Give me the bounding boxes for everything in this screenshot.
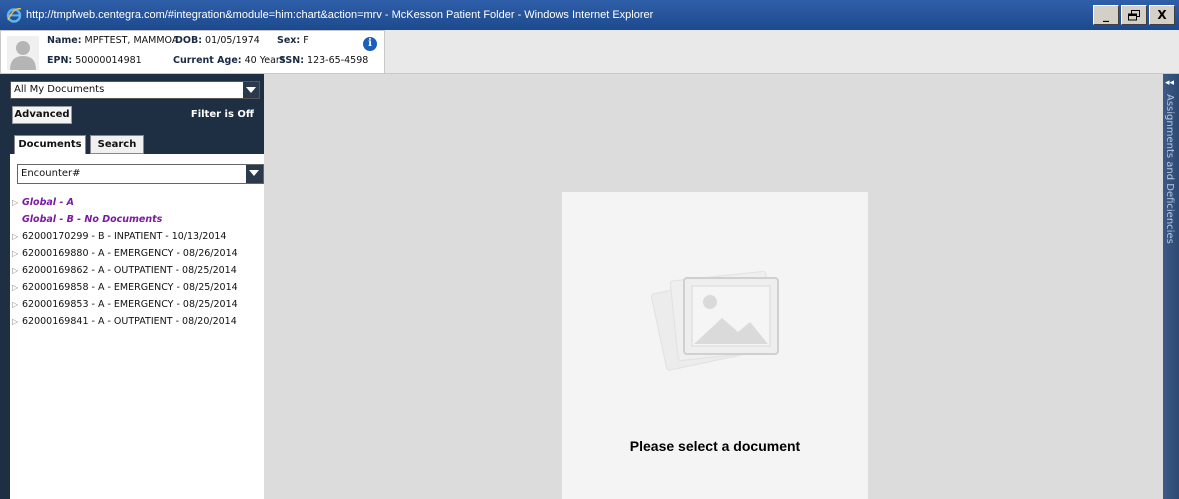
patient-dob: 01/05/1974	[205, 35, 260, 46]
tree-item-label: 62000169858 - A - EMERGENCY - 08/25/2014	[22, 282, 238, 293]
tree-item-label: 62000169880 - A - EMERGENCY - 08/26/2014	[22, 248, 238, 259]
info-icon[interactable]: i	[363, 37, 377, 51]
window-title-bar: http://tmpfweb.centegra.com/#integration…	[0, 0, 1179, 30]
group-by-dropdown[interactable]: Encounter#	[17, 164, 264, 184]
assignments-panel-label[interactable]: Assignments and Deficiencies	[1164, 94, 1175, 244]
internet-explorer-icon	[6, 8, 22, 23]
banner-empty-area	[385, 30, 1179, 74]
patient-name: MPFTEST, MAMMOA	[84, 35, 179, 46]
expand-arrow-icon[interactable]: ▷	[12, 317, 22, 326]
advanced-button[interactable]: Advanced	[12, 106, 72, 124]
patient-ssn: 123-65-4598	[307, 55, 369, 66]
expand-arrow-icon[interactable]: ▷	[12, 249, 22, 258]
tab-search[interactable]: Search	[90, 135, 144, 154]
documents-sidebar: All My Documents Advanced Filter is Off …	[0, 74, 264, 499]
ssn-label: SSN:	[279, 55, 305, 66]
patient-epn: 50000014981	[75, 55, 142, 66]
window-title: http://tmpfweb.centegra.com/#integration…	[26, 9, 654, 21]
encounter-tree: ▷ Global - A Global - B - No Documents ▷…	[12, 194, 238, 330]
patient-banner: Name: MPFTEST, MAMMOA DOB: 01/05/1974 Se…	[0, 30, 385, 74]
assignments-panel-collapsed[interactable]: ◂◂ Assignments and Deficiencies	[1163, 74, 1179, 499]
tree-item-global-a[interactable]: ▷ Global - A	[12, 194, 238, 211]
minimize-button[interactable]: _	[1093, 5, 1119, 25]
document-filter-dropdown[interactable]: All My Documents	[10, 81, 260, 99]
document-viewer: Please select a document	[270, 74, 1163, 499]
tree-item-global-b[interactable]: Global - B - No Documents	[12, 211, 238, 228]
tree-item-encounter[interactable]: ▷ 62000169862 - A - OUTPATIENT - 08/25/2…	[12, 262, 238, 279]
select-document-message: Please select a document	[629, 438, 801, 454]
patient-name-field: Name: MPFTEST, MAMMOA	[47, 35, 178, 46]
age-label: Current Age:	[173, 55, 242, 66]
restore-icon	[1128, 9, 1140, 20]
tree-item-label: 62000169853 - A - EMERGENCY - 08/25/2014	[22, 299, 238, 310]
empty-document-card: Please select a document	[562, 192, 868, 499]
tree-item-label: 62000169841 - A - OUTPATIENT - 08/20/201…	[22, 316, 237, 327]
tree-item-encounter[interactable]: ▷ 62000169841 - A - OUTPATIENT - 08/20/2…	[12, 313, 238, 330]
name-label: Name:	[47, 35, 82, 46]
tree-item-label: 62000170299 - B - INPATIENT - 10/13/2014	[22, 231, 227, 242]
image-placeholder-icon	[650, 270, 779, 371]
dob-label: DOB:	[175, 35, 203, 46]
filter-status: Filter is Off	[190, 109, 254, 120]
expand-arrow-icon[interactable]: ▷	[12, 198, 22, 207]
patient-sex: F	[303, 35, 309, 46]
patient-avatar-icon	[7, 36, 39, 70]
expand-arrow-icon[interactable]: ▷	[12, 266, 22, 275]
expand-arrow-icon[interactable]: ▷	[12, 283, 22, 292]
expand-arrow-icon[interactable]: ▷	[12, 300, 22, 309]
chevron-down-icon[interactable]	[243, 82, 259, 98]
sex-label: Sex:	[277, 35, 301, 46]
patient-sex-field: Sex: F	[277, 35, 309, 46]
tree-item-encounter[interactable]: ▷ 62000169858 - A - EMERGENCY - 08/25/20…	[12, 279, 238, 296]
patient-ssn-field: SSN: 123-65-4598	[279, 55, 368, 66]
patient-dob-field: DOB: 01/05/1974	[175, 35, 260, 46]
document-filter-value: All My Documents	[14, 84, 105, 95]
expand-arrow-icon[interactable]: ▷	[12, 232, 22, 241]
tree-item-encounter[interactable]: ▷ 62000169853 - A - EMERGENCY - 08/25/20…	[12, 296, 238, 313]
epn-label: EPN:	[47, 55, 73, 66]
tree-item-encounter[interactable]: ▷ 62000169880 - A - EMERGENCY - 08/26/20…	[12, 245, 238, 262]
patient-age-field: Current Age: 40 Years	[173, 55, 285, 66]
tree-item-label: Global - B - No Documents	[22, 214, 163, 225]
documents-tree-pane: Encounter# ▷ Global - A Global - B - No …	[10, 154, 264, 499]
tab-documents[interactable]: Documents	[14, 135, 86, 154]
group-by-value: Encounter#	[21, 168, 81, 179]
tree-item-encounter[interactable]: ▷ 62000170299 - B - INPATIENT - 10/13/20…	[12, 228, 238, 245]
chevron-down-icon[interactable]	[246, 165, 263, 183]
close-button[interactable]: X	[1149, 5, 1175, 25]
expand-panel-icon[interactable]: ◂◂	[1165, 78, 1174, 88]
restore-button[interactable]	[1121, 5, 1147, 25]
tree-item-label: Global - A	[22, 197, 74, 208]
patient-epn-field: EPN: 50000014981	[47, 55, 142, 66]
tree-item-label: 62000169862 - A - OUTPATIENT - 08/25/201…	[22, 265, 237, 276]
